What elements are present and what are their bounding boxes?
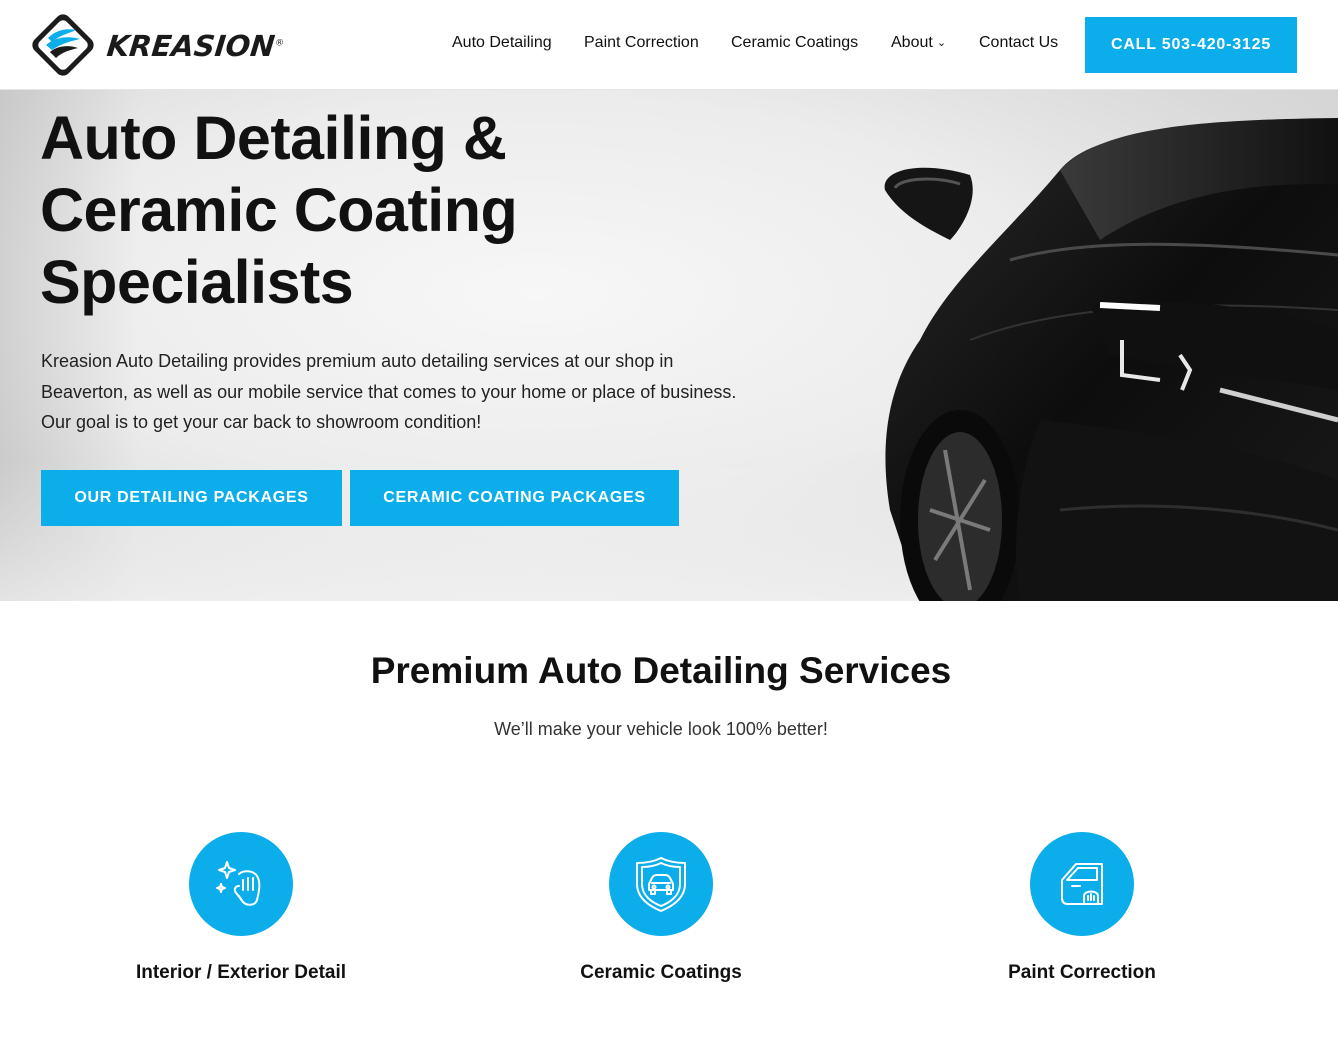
kreasion-logo-icon bbox=[32, 14, 94, 76]
service-icon-circle bbox=[609, 832, 713, 936]
service-label: Interior / Exterior Detail bbox=[135, 962, 347, 983]
service-label: Paint Correction bbox=[1008, 962, 1156, 983]
nav-ceramic-coatings[interactable]: Ceramic Coatings bbox=[731, 34, 858, 52]
nav-contact-us[interactable]: Contact Us bbox=[979, 34, 1058, 52]
hero-title-line: Auto Detailing & bbox=[40, 104, 507, 172]
services-subtitle: We’ll make your vehicle look 100% better… bbox=[494, 719, 828, 739]
nav-about[interactable]: About ⌄ bbox=[891, 34, 946, 52]
services-title: Premium Auto Detailing Services bbox=[370, 650, 952, 691]
nav-about-label: About bbox=[891, 34, 933, 51]
hero-title-line: Ceramic Coating bbox=[40, 176, 518, 244]
nav-auto-detailing[interactable]: Auto Detailing bbox=[452, 34, 552, 52]
ceramic-coating-packages-button[interactable]: CERAMIC COATING PACKAGES bbox=[350, 470, 679, 526]
car-door-icon bbox=[1061, 863, 1103, 905]
service-card-ceramic[interactable]: Ceramic Coatings bbox=[511, 832, 811, 992]
logo-text: KREASION® bbox=[105, 29, 285, 63]
hero-description: Kreasion Auto Detailing provides premium… bbox=[41, 351, 737, 432]
call-button[interactable]: CALL 503-420-3125 bbox=[1085, 17, 1297, 73]
sparkle-hand-icon bbox=[216, 861, 261, 906]
logo[interactable]: KREASION® bbox=[26, 8, 316, 82]
nav-paint-correction[interactable]: Paint Correction bbox=[584, 34, 699, 52]
service-card-detail[interactable]: Interior / Exterior Detail bbox=[91, 832, 391, 992]
detailing-packages-button[interactable]: OUR DETAILING PACKAGES bbox=[41, 470, 342, 526]
service-icon-circle bbox=[1030, 832, 1134, 936]
shield-car-icon bbox=[636, 857, 686, 912]
hero-title-line: Specialists bbox=[40, 248, 354, 316]
site-header: KREASION® Auto Detailing Paint Correctio… bbox=[0, 0, 1338, 90]
service-card-paint[interactable]: Paint Correction bbox=[932, 832, 1232, 992]
chevron-down-icon: ⌄ bbox=[936, 37, 947, 49]
hero-section: Auto Detailing & Ceramic Coating Special… bbox=[0, 90, 1338, 601]
service-icon-circle bbox=[189, 832, 293, 936]
service-label: Ceramic Coatings bbox=[580, 962, 742, 983]
car-image bbox=[884, 118, 1338, 601]
hero-title: Auto Detailing & Ceramic Coating Special… bbox=[40, 102, 680, 318]
